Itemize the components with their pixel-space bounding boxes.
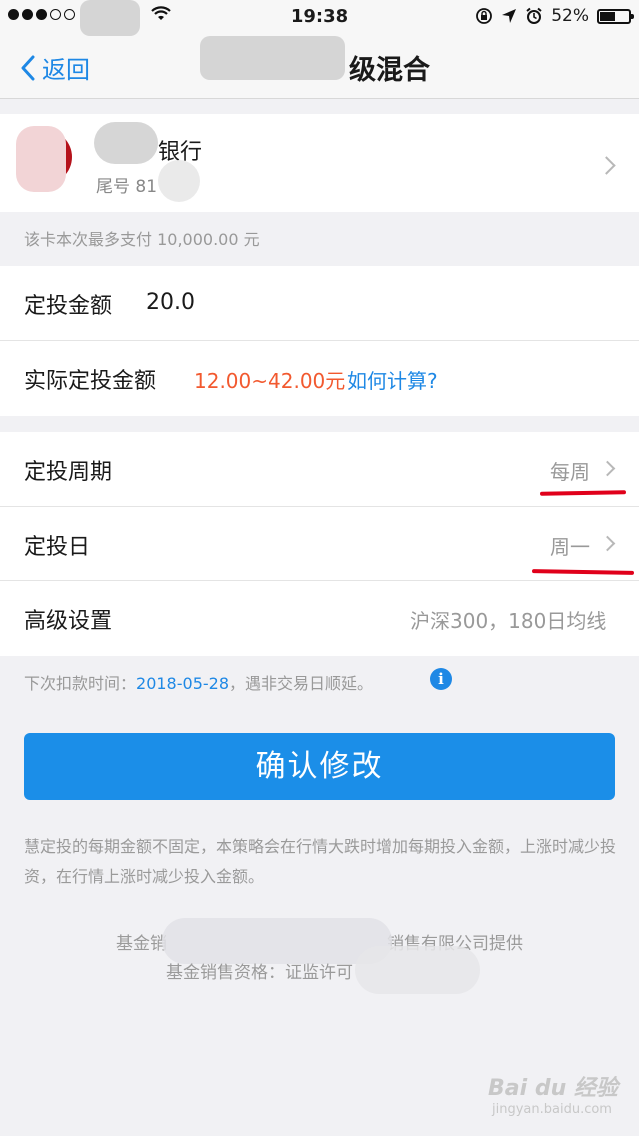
- actual-amount-range: 12.00~42.00元: [194, 369, 346, 393]
- amount-label: 定投金额: [24, 294, 113, 319]
- investment-day-label: 定投日: [24, 535, 91, 560]
- actual-amount-row: 实际定投金额 12.00~42.00元 如何计算?: [0, 341, 639, 415]
- next-deduction-hint: 下次扣款时间：2018-05-28，遇非交易日顺延。: [24, 670, 373, 694]
- card-limit-hint: 该卡本次最多支付 10,000.00 元: [24, 230, 260, 249]
- advanced-settings-row[interactable]: 高级设置 沪深300，180日均线: [0, 581, 639, 655]
- amount-row[interactable]: 定投金额 20.0: [0, 266, 639, 340]
- amount-group: 定投金额 20.0 实际定投金额 12.00~42.00元 如何计算?: [0, 266, 639, 416]
- next-deduction-suffix: ，遇非交易日顺延。: [229, 674, 374, 693]
- bank-card-selector[interactable]: [0, 114, 639, 212]
- advanced-settings-value: 沪深300，180日均线: [410, 609, 607, 633]
- footer-license-redaction: [355, 946, 480, 994]
- battery-icon: [597, 8, 634, 24]
- battery-percentage: 52%: [551, 6, 589, 26]
- navigation-bar: 返回 级混合: [0, 36, 639, 99]
- actual-amount-label: 实际定投金额: [24, 369, 157, 394]
- strategy-description: 慧定投的每期金额不固定，本策略会在行情大跌时增加每期投入金额，上涨时减少投资，在…: [24, 837, 617, 886]
- settings-group: 定投周期 每周 定投日 周一 高级设置 沪深300，180日均线: [0, 432, 639, 656]
- how-to-calculate-link[interactable]: 如何计算?: [347, 365, 438, 394]
- amount-input[interactable]: 20.0: [146, 290, 195, 315]
- chevron-right-icon: [599, 535, 616, 552]
- footer-license: 基金销售资格：证监许可: [0, 958, 639, 983]
- next-deduction-date: 2018-05-28: [136, 674, 229, 693]
- page-title: 级混合: [349, 55, 430, 86]
- next-deduction-prefix: 下次扣款时间：: [24, 674, 137, 693]
- period-value: 每周: [550, 460, 590, 484]
- info-icon[interactable]: i: [430, 668, 452, 690]
- rotation-lock-icon: [476, 8, 493, 24]
- baidu-watermark-url: jingyan.baidu.com: [492, 1102, 612, 1117]
- bank-logo-redaction: [16, 126, 66, 192]
- footer-line2: 基金销售资格：证监许可: [166, 963, 353, 983]
- chevron-right-icon: [599, 460, 616, 477]
- battery-fill: [600, 11, 615, 21]
- confirm-modify-button[interactable]: 确认修改: [24, 733, 615, 800]
- bank-name-redaction: [94, 122, 158, 164]
- card-number-redaction: [158, 160, 200, 202]
- location-arrow-icon: [502, 9, 517, 23]
- footer-line1-start: 基金销: [116, 934, 167, 954]
- period-label: 定投周期: [24, 460, 113, 485]
- baidu-watermark-logo: Bai du 经验: [488, 1076, 618, 1101]
- investment-day-value: 周一: [550, 535, 590, 559]
- advanced-settings-label: 高级设置: [24, 609, 113, 634]
- status-bar: 19:38 52%: [0, 0, 639, 36]
- alarm-icon: [526, 7, 542, 24]
- card-tail-number: 尾号 81: [96, 177, 158, 197]
